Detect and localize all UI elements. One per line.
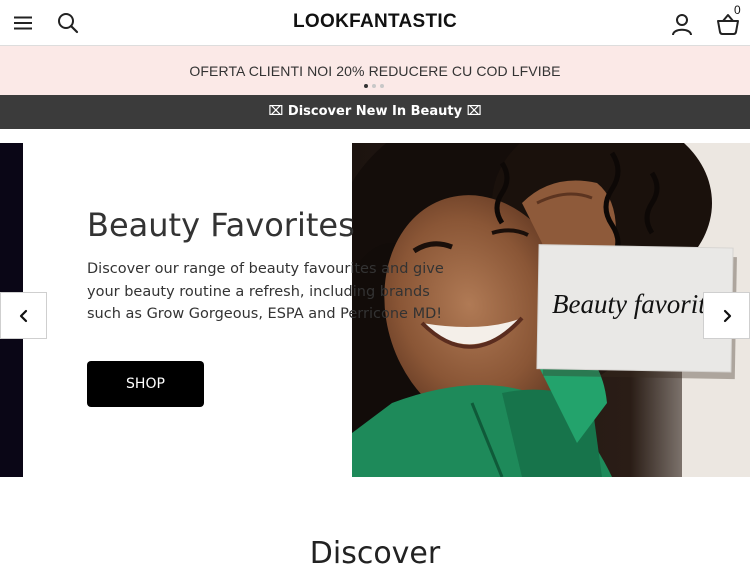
promo-dot[interactable] bbox=[380, 84, 384, 88]
hero-title: Beauty Favorites bbox=[87, 206, 355, 244]
hero-description: Discover our range of beauty favourites … bbox=[87, 261, 444, 322]
section-heading: Discover bbox=[309, 536, 441, 571]
basket-count: 0 bbox=[734, 3, 741, 17]
menu-button[interactable] bbox=[10, 10, 36, 36]
account-button[interactable] bbox=[668, 9, 696, 39]
shop-button[interactable]: SHOP bbox=[87, 361, 204, 407]
promo-pagination bbox=[364, 84, 384, 88]
site-logo[interactable]: LOOKFANTASTIC bbox=[0, 11, 750, 33]
search-button[interactable] bbox=[54, 9, 82, 37]
carousel-prev-button[interactable] bbox=[0, 292, 47, 339]
card-text: Beauty favorites bbox=[552, 289, 728, 319]
carousel-next-button[interactable] bbox=[703, 292, 750, 339]
banner-text: ⌧ Discover New In Beauty ⌧ bbox=[268, 104, 482, 119]
chevron-right-icon bbox=[723, 309, 731, 322]
site-header: LOOKFANTASTIC 0 bbox=[0, 0, 750, 46]
promo-dot[interactable] bbox=[364, 84, 368, 88]
account-icon bbox=[672, 14, 692, 36]
menu-icon bbox=[14, 16, 32, 30]
search-icon bbox=[58, 13, 79, 34]
chevron-left-icon bbox=[19, 309, 27, 322]
promo-dot[interactable] bbox=[372, 84, 376, 88]
promo-text[interactable]: OFERTA CLIENTI NOI 20% REDUCERE CU COD L… bbox=[0, 63, 750, 79]
discover-banner[interactable]: ⌧ Discover New In Beauty ⌧ bbox=[0, 95, 750, 129]
